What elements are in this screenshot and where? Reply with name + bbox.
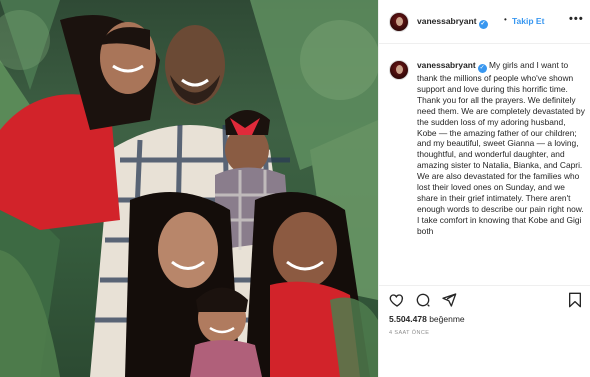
comment-icon[interactable] [415, 292, 431, 308]
post-sidebar: vanessabryant ✓ • Takip Et • • • vanessab… [378, 0, 590, 377]
post-photo[interactable] [0, 0, 378, 377]
verified-badge-icon: ✓ [478, 20, 488, 29]
follow-button[interactable]: Takip Et [512, 16, 544, 26]
separator-dot: • [504, 15, 507, 24]
caption: vanessabryant ✓ My girls and I want to th… [417, 60, 587, 237]
post-actions: 5.504.478 beğenme 4 SAAT ÖNCE [379, 285, 590, 375]
family-photo-illustration [0, 0, 378, 377]
bookmark-icon[interactable] [567, 292, 583, 308]
caption-username[interactable]: vanessabryant [417, 60, 476, 70]
verified-badge-icon: ✓ [477, 64, 487, 73]
likes-number: 5.504.478 [389, 314, 427, 324]
username-text: vanessabryant [417, 16, 477, 26]
post-timestamp[interactable]: 4 SAAT ÖNCE [389, 330, 429, 336]
username-link[interactable]: vanessabryant ✓ [417, 16, 488, 29]
avatar[interactable] [389, 60, 409, 80]
heart-icon[interactable] [389, 292, 405, 308]
avatar[interactable] [389, 12, 409, 32]
post-header: vanessabryant ✓ • Takip Et • • • [379, 0, 590, 44]
likes-label: beğenme [429, 314, 465, 324]
more-options-icon[interactable]: • • • [569, 13, 583, 25]
share-icon[interactable] [441, 292, 457, 308]
caption-text: My girls and I want to thank the million… [417, 60, 585, 236]
likes-count[interactable]: 5.504.478 beğenme [389, 314, 465, 324]
caption-section: vanessabryant ✓ My girls and I want to th… [379, 45, 590, 285]
